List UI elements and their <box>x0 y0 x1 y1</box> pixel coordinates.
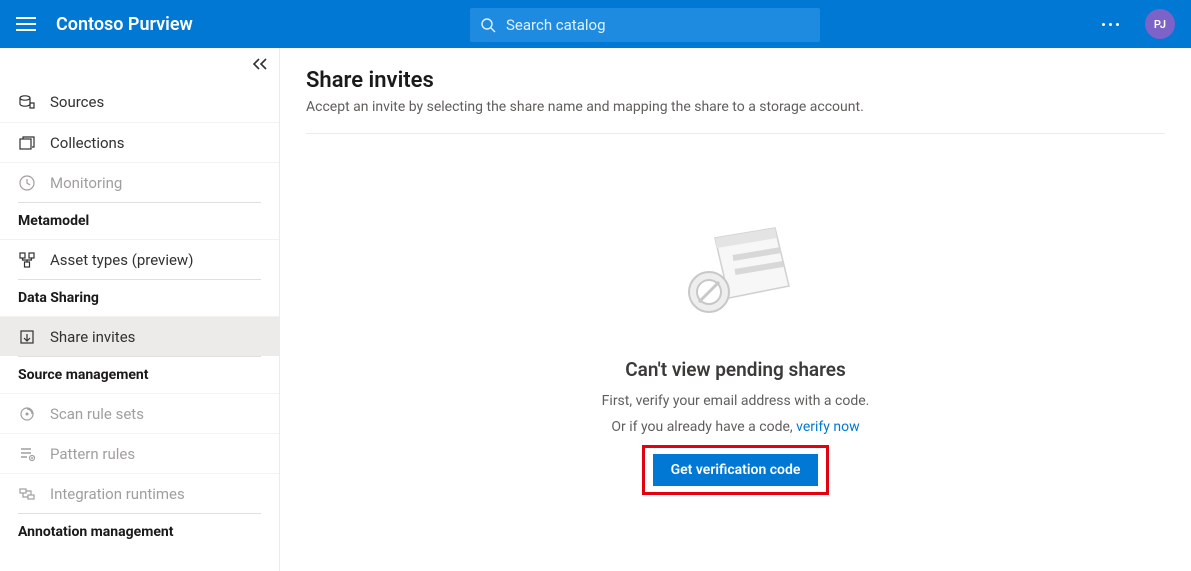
empty-state-line2: Or if you already have a code, verify no… <box>611 419 859 435</box>
sidebar-heading-source-mgmt: Source management <box>0 357 279 393</box>
scan-rule-sets-icon <box>18 405 36 423</box>
sidebar-item-label: Monitoring <box>50 174 122 192</box>
asset-types-icon <box>18 251 36 269</box>
sidebar-item-asset-types[interactable]: Asset types (preview) <box>0 239 279 279</box>
main-content: Share invites Accept an invite by select… <box>280 48 1191 571</box>
search-placeholder: Search catalog <box>506 16 606 34</box>
sidebar-item-share-invites[interactable]: Share invites <box>0 316 279 356</box>
search-icon <box>480 17 496 33</box>
pattern-rules-icon <box>18 445 36 463</box>
top-header: Contoso Purview Search catalog PJ <box>0 0 1191 48</box>
page-title: Share invites <box>306 68 1165 93</box>
integration-runtimes-icon <box>18 485 36 503</box>
get-verification-code-button[interactable]: Get verification code <box>653 454 819 486</box>
empty-state-line2-text: Or if you already have a code, <box>611 419 796 435</box>
sidebar-item-pattern-rules[interactable]: Pattern rules <box>0 433 279 473</box>
avatar[interactable]: PJ <box>1145 9 1175 39</box>
sidebar-heading-data-sharing: Data Sharing <box>0 280 279 316</box>
sidebar-item-label: Collections <box>50 134 125 152</box>
sidebar-item-label: Sources <box>50 93 104 111</box>
verify-now-link[interactable]: verify now <box>796 419 859 435</box>
sidebar-item-label: Asset types (preview) <box>50 251 193 269</box>
collections-icon <box>18 134 36 152</box>
sidebar-item-label: Share invites <box>50 328 135 346</box>
sidebar-item-monitoring[interactable]: Monitoring <box>0 162 279 202</box>
sidebar-item-scan-rule-sets[interactable]: Scan rule sets <box>0 393 279 433</box>
hamburger-icon[interactable] <box>16 17 36 31</box>
sidebar-heading-annotation: Annotation management <box>0 514 279 550</box>
collapse-sidebar-icon[interactable] <box>251 56 269 75</box>
sources-icon <box>18 93 36 111</box>
sidebar-item-integration-runtimes[interactable]: Integration runtimes <box>0 473 279 513</box>
app-title: Contoso Purview <box>56 14 193 35</box>
sidebar-item-collections[interactable]: Collections <box>0 122 279 162</box>
empty-state-title: Can't view pending shares <box>625 358 846 381</box>
search-input[interactable]: Search catalog <box>470 8 820 42</box>
sidebar-heading-metamodel: Metamodel <box>0 203 279 239</box>
more-icon[interactable] <box>1096 17 1125 32</box>
empty-state-line1: First, verify your email address with a … <box>602 393 870 409</box>
sidebar-item-label: Integration runtimes <box>50 485 185 503</box>
sidebar-item-sources[interactable]: Sources <box>0 82 279 122</box>
sidebar-item-label: Pattern rules <box>50 445 135 463</box>
sidebar-item-label: Scan rule sets <box>50 405 144 423</box>
empty-illustration-icon <box>671 224 801 338</box>
monitoring-icon <box>18 174 36 192</box>
sidebar: Sources Collections Monitoring Metamodel… <box>0 48 280 571</box>
empty-state: Can't view pending shares First, verify … <box>306 224 1165 495</box>
page-subtitle: Accept an invite by selecting the share … <box>306 99 1165 134</box>
highlight-box: Get verification code <box>642 445 830 495</box>
top-right-controls: PJ <box>1096 0 1175 48</box>
share-invites-icon <box>18 328 36 346</box>
